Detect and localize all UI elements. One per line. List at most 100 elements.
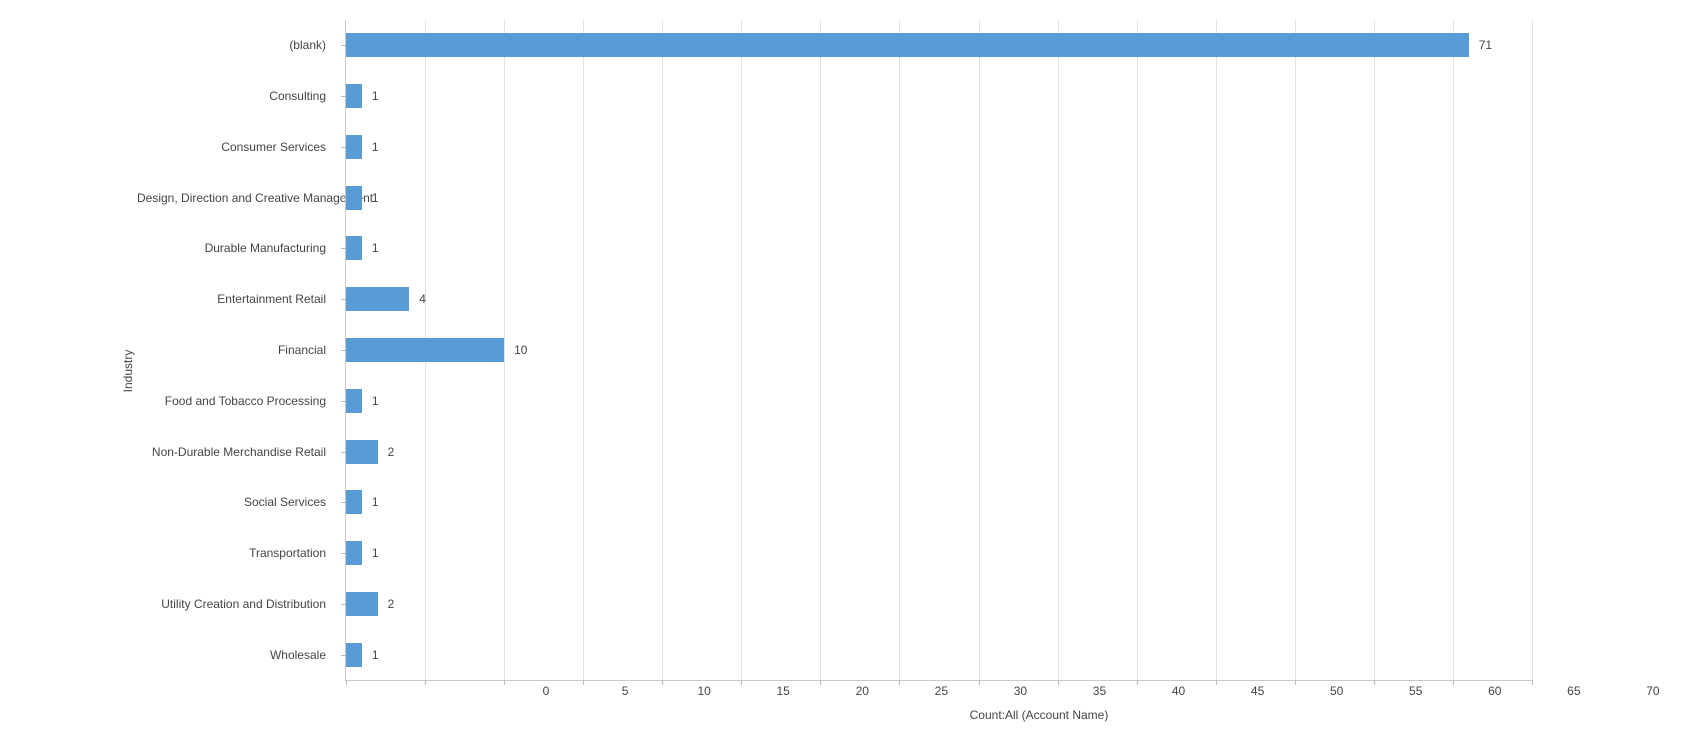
category-label: (blank) (137, 38, 332, 52)
x-tick-label: 20 (856, 684, 869, 698)
bar[interactable] (346, 135, 362, 159)
bar-value-label: 1 (372, 191, 379, 205)
bar-value-label: 1 (372, 495, 379, 509)
bar[interactable] (346, 287, 409, 311)
bar-value-label: 2 (388, 597, 395, 611)
category-row: 1 (346, 172, 1532, 223)
x-tick-label: 45 (1251, 684, 1264, 698)
category-row: 4 (346, 274, 1532, 325)
y-axis-title: Industry (121, 349, 135, 392)
category-row: (blank) (145, 20, 340, 71)
bar-value-label: 4 (419, 292, 426, 306)
bar-value-label: 1 (372, 394, 379, 408)
bar-value-label: 2 (388, 445, 395, 459)
category-row: 71 (346, 20, 1532, 71)
category-label: Transportation (137, 546, 332, 560)
x-tick-mark (1216, 680, 1217, 685)
x-tick-label: 60 (1488, 684, 1501, 698)
category-label: Consulting (137, 89, 332, 103)
horizontal-bar-chart: Industry (blank)ConsultingConsumer Servi… (0, 0, 1692, 741)
x-tick-mark (346, 680, 347, 685)
category-label: Utility Creation and Distribution (137, 597, 332, 611)
x-tick-label: 0 (543, 684, 550, 698)
x-tick-label: 50 (1330, 684, 1343, 698)
category-row: 1 (346, 122, 1532, 173)
x-tick-label: 25 (935, 684, 948, 698)
x-tick-mark (820, 680, 821, 685)
category-row: Transportation (145, 528, 340, 579)
bar[interactable] (346, 186, 362, 210)
category-row: Durable Manufacturing (145, 223, 340, 274)
x-tick-mark (979, 680, 980, 685)
category-label: Wholesale (137, 648, 332, 662)
category-label: Design, Direction and Creative Managemen… (137, 191, 332, 205)
category-row: Consulting (145, 71, 340, 122)
x-tick-mark (583, 680, 584, 685)
bar[interactable] (346, 236, 362, 260)
category-row: 1 (346, 71, 1532, 122)
x-tick-mark (425, 680, 426, 685)
x-tick-label: 55 (1409, 684, 1422, 698)
x-tick-mark (662, 680, 663, 685)
category-row: Financial (145, 325, 340, 376)
bar[interactable] (346, 33, 1469, 57)
category-label: Social Services (137, 495, 332, 509)
bar[interactable] (346, 643, 362, 667)
x-tick-mark (1453, 680, 1454, 685)
category-row: 1 (346, 223, 1532, 274)
x-tick-label: 10 (697, 684, 710, 698)
category-row: 1 (346, 629, 1532, 680)
bar-value-label: 71 (1479, 38, 1492, 52)
category-label: Food and Tobacco Processing (137, 394, 332, 408)
category-label: Consumer Services (137, 140, 332, 154)
category-row: Food and Tobacco Processing (145, 375, 340, 426)
x-tick-label: 15 (777, 684, 790, 698)
gridline (1532, 20, 1533, 680)
bar[interactable] (346, 592, 378, 616)
category-row: 1 (346, 477, 1532, 528)
bar[interactable] (346, 389, 362, 413)
category-row: 1 (346, 375, 1532, 426)
category-row: Wholesale (145, 629, 340, 680)
x-tick-label: 65 (1567, 684, 1580, 698)
x-tick-label: 35 (1093, 684, 1106, 698)
category-label: Financial (137, 343, 332, 357)
bar[interactable] (346, 84, 362, 108)
bar-value-label: 10 (514, 343, 527, 357)
category-label: Non-Durable Merchandise Retail (137, 445, 332, 459)
category-row: Utility Creation and Distribution (145, 578, 340, 629)
x-tick-mark (1295, 680, 1296, 685)
plot-area: (blank)ConsultingConsumer ServicesDesign… (145, 20, 1532, 681)
x-tick-mark (1058, 680, 1059, 685)
x-tick-label: 70 (1646, 684, 1659, 698)
x-tick-label: 30 (1014, 684, 1027, 698)
x-axis-title: Count:All (Account Name) (546, 708, 1532, 722)
y-axis-labels: (blank)ConsultingConsumer ServicesDesign… (145, 20, 340, 681)
category-row: Consumer Services (145, 122, 340, 173)
category-row: Social Services (145, 477, 340, 528)
bar[interactable] (346, 440, 378, 464)
bar-value-label: 1 (372, 89, 379, 103)
bar-value-label: 1 (372, 546, 379, 560)
x-tick-mark (1532, 680, 1533, 685)
x-tick-mark (899, 680, 900, 685)
bar[interactable] (346, 490, 362, 514)
bar-value-label: 1 (372, 241, 379, 255)
x-tick-mark (1374, 680, 1375, 685)
bar[interactable] (346, 338, 504, 362)
x-tick-label: 5 (622, 684, 629, 698)
category-row: 10 (346, 325, 1532, 376)
category-row: Entertainment Retail (145, 274, 340, 325)
x-tick-mark (1137, 680, 1138, 685)
bar-value-label: 1 (372, 140, 379, 154)
bar[interactable] (346, 541, 362, 565)
category-label: Durable Manufacturing (137, 241, 332, 255)
category-row: 1 (346, 528, 1532, 579)
x-tick-mark (504, 680, 505, 685)
category-row: 2 (346, 426, 1532, 477)
bars-area: 051015202530354045505560657075 Count:All… (345, 20, 1532, 681)
category-row: 2 (346, 578, 1532, 629)
x-tick-mark (741, 680, 742, 685)
x-tick-label: 40 (1172, 684, 1185, 698)
category-row: Design, Direction and Creative Managemen… (145, 172, 340, 223)
